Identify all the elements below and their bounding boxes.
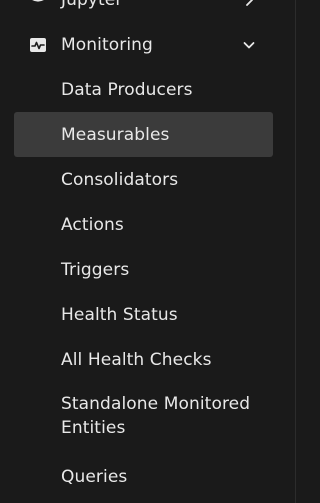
chevron-down-icon [242,38,256,52]
sidebar-item-measurables[interactable]: Measurables [14,112,273,157]
nav-item-label: Monitoring [61,35,153,55]
sidebar-item-standalone-monitored-entities[interactable]: Standalone Monitored Entities [14,383,273,449]
sidebar-item-label: Health Status [61,305,178,325]
sidebar-item-label: Measurables [61,124,170,145]
sidebar-item-label: All Health Checks [61,350,212,370]
sidebar-item-label: Queries [61,467,128,487]
sidebar-item-consolidators[interactable]: Consolidators [14,158,273,202]
nav-item-jupyter[interactable]: Jupyter [0,0,296,22]
sidebar-item-label: Consolidators [61,170,179,190]
sidebar-item-label: Triggers [61,260,130,280]
sidebar-item-queries[interactable]: Queries [14,455,273,499]
sidebar-item-data-producers[interactable]: Data Producers [14,68,273,112]
sidebar-nav: Jupyter Monitoring Data Producers Measur… [0,0,296,503]
nav-item-label: Jupyter [61,0,123,10]
nav-item-monitoring[interactable]: Monitoring [0,23,296,67]
sidebar-item-actions[interactable]: Actions [14,203,273,247]
monitoring-icon [28,35,48,55]
jupyter-icon [28,0,48,10]
sidebar-item-health-status[interactable]: Health Status [14,293,273,337]
sidebar-item-label: Actions [61,215,124,235]
sidebar-item-all-health-checks[interactable]: All Health Checks [14,338,273,382]
sidebar-item-triggers[interactable]: Triggers [14,248,273,292]
sidebar-item-label: Data Producers [61,80,193,100]
chevron-right-icon [242,0,256,7]
sidebar-item-label: Standalone Monitored Entities [61,394,251,438]
